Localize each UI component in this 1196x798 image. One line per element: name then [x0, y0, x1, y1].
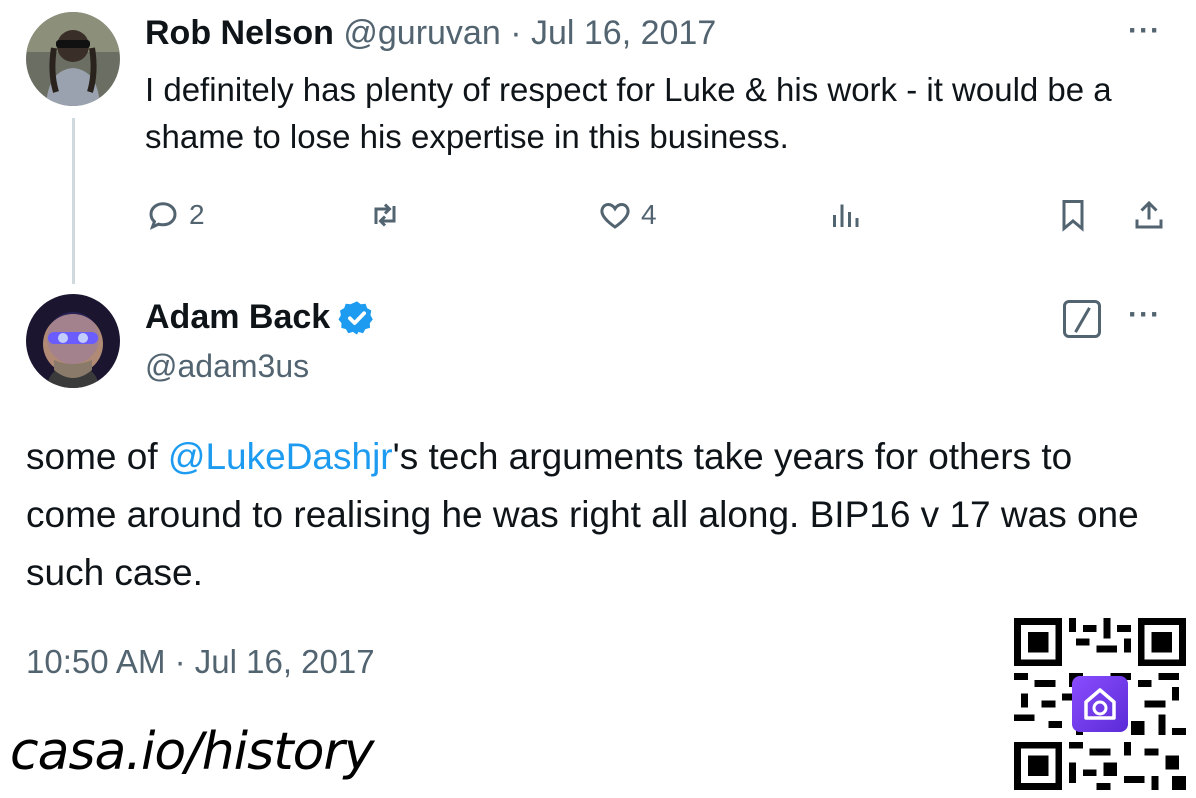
rob-nelson-avatar[interactable]	[26, 12, 120, 106]
like-button[interactable]: 4	[597, 190, 657, 240]
reply-button[interactable]: 2	[145, 190, 205, 240]
like-count: 4	[641, 199, 657, 230]
grok-icon[interactable]	[1063, 300, 1101, 338]
reply-more-options-button[interactable]: ···	[1128, 14, 1161, 48]
verified-badge-icon	[338, 300, 374, 335]
reply-author-handle[interactable]: @guruvan	[343, 14, 500, 52]
reply-author-name[interactable]: Rob Nelson	[145, 14, 334, 52]
retweet-button[interactable]	[367, 190, 403, 240]
reply-action-bar: 2 4	[145, 190, 1175, 240]
retweet-icon	[374, 203, 396, 227]
main-author-handle[interactable]: @adam3us	[145, 348, 309, 385]
casa-logo-icon	[1072, 676, 1128, 732]
tweet-text-before: some of	[26, 436, 168, 477]
views-button[interactable]	[827, 190, 863, 240]
reply-date[interactable]: Jul 16, 2017	[531, 14, 716, 52]
reply-date-separator: ·	[510, 14, 522, 52]
analytics-icon	[833, 204, 859, 227]
tweet-timestamp[interactable]: 10:50 AM · Jul 16, 2017	[26, 643, 375, 681]
adam-back-avatar[interactable]	[26, 294, 120, 388]
reply-header: Rob Nelson @guruvan · Jul 16, 2017	[145, 14, 716, 53]
mention-link[interactable]: @LukeDashjr	[168, 436, 393, 477]
main-author-row: Adam Back	[145, 298, 376, 337]
share-icon	[1135, 200, 1163, 229]
bookmark-icon	[1062, 200, 1084, 232]
main-author-name[interactable]: Adam Back	[145, 298, 330, 337]
reply-icon	[149, 202, 177, 230]
reply-count: 2	[189, 199, 205, 230]
casa-watermark: casa.io/history	[10, 722, 375, 782]
heart-icon	[600, 202, 630, 229]
share-button[interactable]	[1131, 190, 1167, 240]
reply-text: I definitely has plenty of respect for L…	[145, 71, 1112, 155]
thread-connector-line	[72, 118, 75, 284]
main-more-options-button[interactable]: ···	[1128, 298, 1161, 332]
bookmark-button[interactable]	[1055, 190, 1091, 240]
main-tweet-text: some of @LukeDashjr's tech arguments tak…	[26, 428, 1166, 602]
